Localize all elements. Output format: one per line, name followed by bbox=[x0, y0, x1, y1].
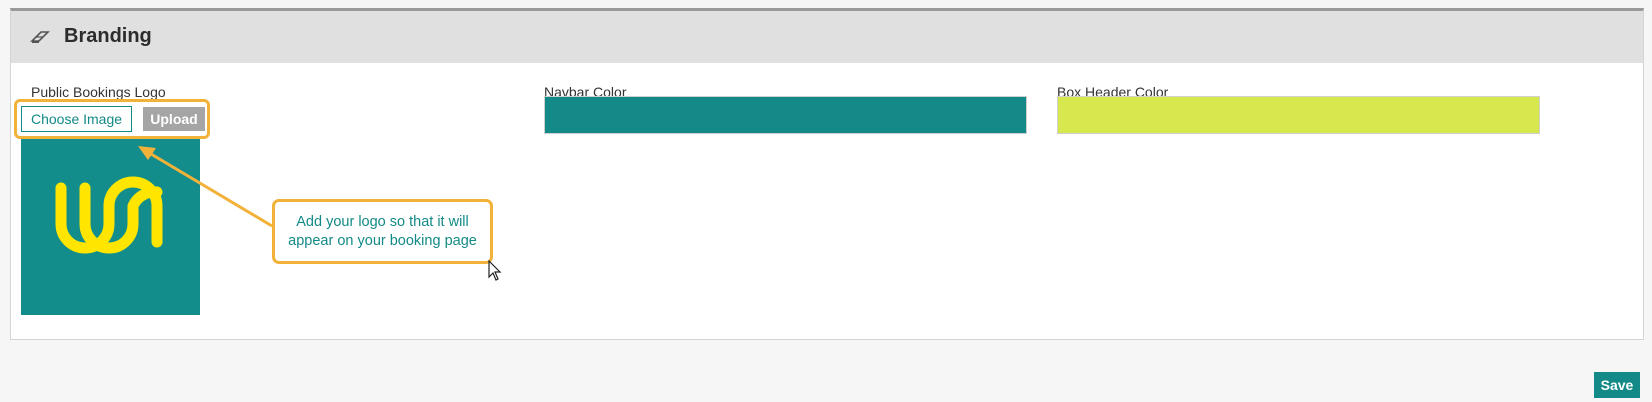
navbar-color-picker[interactable] bbox=[544, 96, 1027, 134]
upload-controls-highlight bbox=[14, 99, 210, 139]
save-button[interactable]: Save bbox=[1594, 372, 1640, 398]
panel-title: Branding bbox=[64, 25, 152, 47]
eraser-icon bbox=[30, 31, 50, 43]
mouse-cursor-icon bbox=[488, 260, 502, 281]
annotation-text: Add your logo so that it will appear on … bbox=[288, 213, 477, 249]
panel-header: Branding bbox=[11, 11, 1643, 63]
logo-mark-icon bbox=[55, 176, 163, 254]
box-header-color-picker[interactable] bbox=[1057, 96, 1540, 134]
logo-preview-image bbox=[21, 136, 200, 315]
branding-panel: Branding bbox=[10, 8, 1644, 340]
annotation-callout: Add your logo so that it will appear on … bbox=[272, 199, 493, 264]
logo-field-label: Public Bookings Logo bbox=[31, 84, 166, 100]
